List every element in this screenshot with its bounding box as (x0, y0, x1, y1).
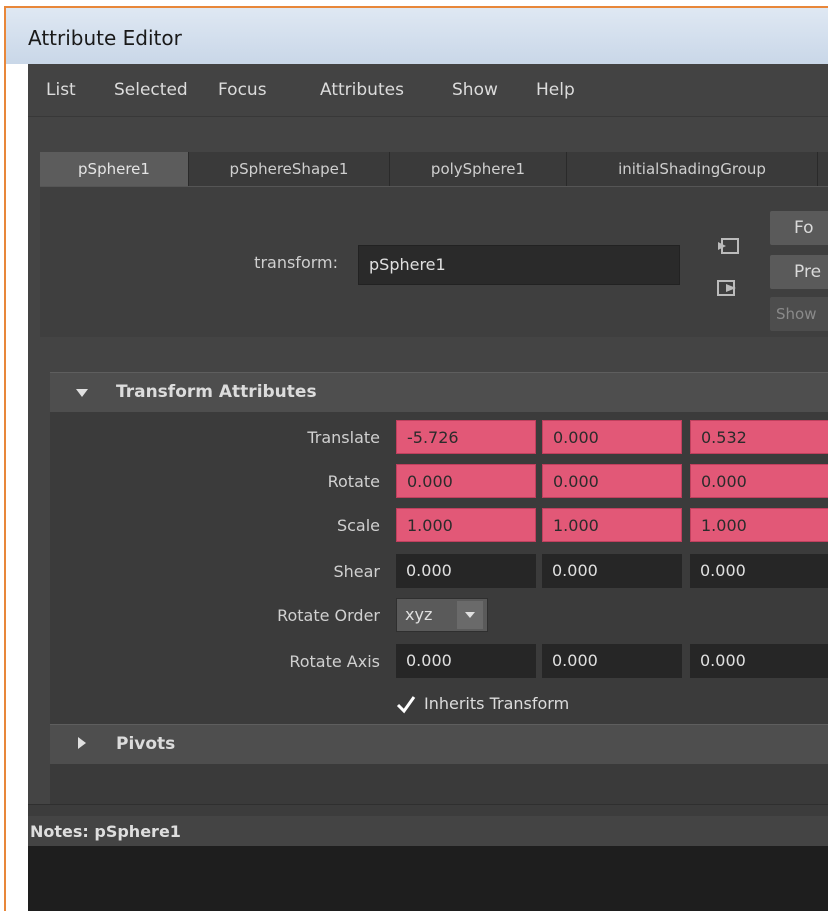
scale-x-field[interactable]: 1.000 (396, 508, 536, 542)
rotate-order-value: xyz (405, 605, 433, 624)
attribute-editor-window: Attribute Editor List Selected Focus Att… (4, 6, 828, 911)
shear-z-field[interactable]: 0.000 (690, 554, 828, 588)
rotate-axis-y-field[interactable]: 0.000 (542, 644, 682, 678)
shear-label: Shear (333, 562, 380, 581)
tab-psphereshape1[interactable]: pSphereShape1 (189, 152, 390, 186)
node-name-field[interactable]: pSphere1 (358, 245, 680, 285)
shear-y-field[interactable]: 0.000 (542, 554, 682, 588)
scale-label: Scale (336, 516, 380, 535)
focus-button[interactable]: Fo (770, 211, 828, 245)
copy-tab-icon[interactable] (716, 279, 740, 297)
rotate-axis-x-field[interactable]: 0.000 (396, 644, 536, 678)
tab-overflow[interactable] (818, 152, 828, 186)
pivots-header[interactable]: Pivots (50, 724, 828, 765)
notes-text-area[interactable] (28, 846, 828, 911)
load-attributes-icon[interactable] (716, 237, 740, 255)
node-type-label: transform: (254, 253, 338, 272)
pivots-title: Pivots (116, 734, 176, 754)
rotate-order-dropdown[interactable]: xyz (396, 598, 488, 632)
attribute-editor-panel: List Selected Focus Attributes Show Help… (28, 64, 828, 911)
window-title: Attribute Editor (28, 26, 182, 50)
transform-attributes-header[interactable]: Transform Attributes (50, 372, 828, 413)
rotate-axis-z-field[interactable]: 0.000 (690, 644, 828, 678)
menu-attributes[interactable]: Attributes (320, 80, 404, 100)
checkmark-icon (396, 696, 416, 714)
rotate-label: Rotate (327, 472, 380, 491)
rotate-y-field[interactable]: 0.000 (542, 464, 682, 498)
translate-x-field[interactable]: -5.726 (396, 420, 536, 454)
title-bar[interactable]: Attribute Editor (6, 8, 828, 64)
menu-selected[interactable]: Selected (114, 80, 188, 100)
tab-initialshadinggroup[interactable]: initialShadingGroup (567, 152, 818, 186)
transform-attributes-body: Translate -5.726 0.000 0.532 Rotate 0.00… (50, 412, 828, 724)
menu-show[interactable]: Show (452, 80, 498, 100)
show-button[interactable]: Show (770, 297, 828, 331)
rotate-z-field[interactable]: 0.000 (690, 464, 828, 498)
inherits-transform-checkbox[interactable]: Inherits Transform (396, 690, 656, 718)
rotate-axis-label: Rotate Axis (289, 652, 380, 671)
dropdown-button (457, 601, 483, 629)
transform-attributes-title: Transform Attributes (116, 382, 317, 402)
shear-x-field[interactable]: 0.000 (396, 554, 536, 588)
menu-bar: List Selected Focus Attributes Show Help (28, 64, 828, 117)
tab-polysphere1[interactable]: polySphere1 (390, 152, 567, 186)
inherits-transform-label: Inherits Transform (424, 694, 570, 713)
section-spacer (50, 764, 828, 804)
tab-psphere1[interactable]: pSphere1 (40, 152, 189, 186)
node-header-panel: transform: pSphere1 Fo Pre Show (40, 186, 828, 337)
chevron-down-icon (465, 612, 475, 618)
notes-label: Notes: pSphere1 (30, 822, 181, 841)
presets-button[interactable]: Pre (770, 255, 828, 289)
scale-y-field[interactable]: 1.000 (542, 508, 682, 542)
rotate-order-label: Rotate Order (277, 606, 380, 625)
rotate-x-field[interactable]: 0.000 (396, 464, 536, 498)
scale-z-field[interactable]: 1.000 (690, 508, 828, 542)
translate-z-field[interactable]: 0.532 (690, 420, 828, 454)
expand-arrow-icon (78, 737, 86, 749)
node-tabs: pSphere1 pSphereShape1 polySphere1 initi… (40, 152, 828, 186)
menu-help[interactable]: Help (536, 80, 575, 100)
notes-header: Notes: pSphere1 (28, 816, 828, 846)
translate-label: Translate (307, 428, 380, 447)
menu-focus[interactable]: Focus (218, 80, 267, 100)
translate-y-field[interactable]: 0.000 (542, 420, 682, 454)
menu-list[interactable]: List (46, 80, 76, 100)
collapse-arrow-icon (76, 389, 88, 397)
